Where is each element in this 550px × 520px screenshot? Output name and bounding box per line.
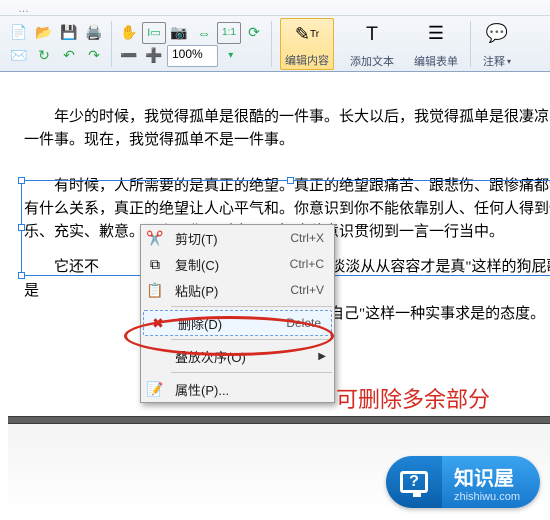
undo-icon[interactable]: ↶ — [57, 45, 81, 67]
ctx-copy[interactable]: ⧉ 复制(C) Ctrl+C — [141, 251, 334, 277]
add-text-icon: Ｔ — [358, 20, 386, 46]
edit-form-button[interactable]: ☰ 编辑表单 — [410, 18, 462, 70]
open-folder-icon[interactable]: 📂 — [32, 22, 56, 44]
edit-content-icon: ✎Tr — [293, 21, 321, 47]
save-icon[interactable]: 💾 — [57, 22, 81, 44]
chevron-right-icon: ▶ — [318, 351, 334, 362]
paste-icon: 📋 — [141, 282, 169, 299]
ctx-zorder[interactable]: 叠放次序(O) ▶ — [141, 343, 334, 369]
text-select-icon[interactable]: I▭ — [142, 22, 166, 44]
rotate-icon[interactable]: ⟳ — [242, 22, 266, 44]
delete-icon: ✖ — [144, 315, 172, 332]
document-viewport[interactable]: 年少的时候，我觉得孤单是很酷的一件事。长大以后，我觉得孤单是很凄凉的一件事。现在… — [0, 72, 550, 520]
context-menu: ✂️ 剪切(T) Ctrl+X ⧉ 复制(C) Ctrl+C 📋 粘贴(P) C… — [140, 224, 335, 403]
ribbon-tab-strip: … — [0, 2, 550, 16]
fit-width-icon[interactable]: ⇔ — [192, 22, 216, 44]
zoom-level-select[interactable]: 100% — [167, 45, 218, 67]
scissors-icon: ✂️ — [141, 230, 169, 247]
zoom-in-icon[interactable]: ➕ — [142, 45, 166, 67]
hand-tool-icon[interactable]: ✋ — [117, 22, 141, 44]
paragraph-1: 年少的时候，我觉得孤单是很酷的一件事。长大以后，我觉得孤单是很凄凉的一件事。现在… — [24, 106, 550, 153]
brand-name-cn: 知识屋 — [454, 462, 520, 491]
chevron-down-icon: ▾ — [507, 57, 511, 66]
properties-icon: 📝 — [141, 381, 169, 398]
comment-icon: 💬 — [483, 20, 511, 46]
edit-content-button[interactable]: ✎Tr 编辑内容 — [280, 18, 334, 70]
edit-form-icon: ☰ — [422, 20, 450, 46]
snapshot-icon[interactable]: 📷 — [167, 22, 191, 44]
ctx-delete[interactable]: ✖ 删除(D) Delete — [143, 310, 332, 336]
monitor-question-icon: ? — [400, 471, 428, 493]
redo-icon[interactable]: ↷ — [82, 45, 106, 67]
fit-page-icon[interactable]: 1:1 — [217, 22, 241, 44]
zoom-dropdown-icon[interactable]: ▾ — [219, 45, 243, 67]
ctx-properties[interactable]: 📝 属性(P)... — [141, 376, 334, 402]
ctx-paste[interactable]: 📋 粘贴(P) Ctrl+V — [141, 277, 334, 303]
brand-name-en: zhishiwu.com — [454, 491, 520, 503]
copy-icon: ⧉ — [141, 256, 169, 273]
ctx-cut[interactable]: ✂️ 剪切(T) Ctrl+X — [141, 225, 334, 251]
comment-button[interactable]: 💬 注释▾ — [479, 18, 515, 70]
refresh-icon[interactable]: ↻ — [32, 45, 56, 67]
email-icon[interactable]: ✉️ — [7, 45, 31, 67]
add-text-button[interactable]: Ｔ 添加文本 — [346, 18, 398, 70]
paragraph-3c: 归自己"这样一种实事求是的态度。 — [314, 303, 545, 326]
brand-badge: ? 知识屋 zhishiwu.com — [386, 456, 540, 508]
page-divider — [8, 416, 550, 424]
print-icon[interactable]: 🖨️ — [82, 22, 106, 44]
new-file-icon[interactable]: 📄 — [7, 22, 31, 44]
zoom-out-icon[interactable]: ➖ — [117, 45, 141, 67]
